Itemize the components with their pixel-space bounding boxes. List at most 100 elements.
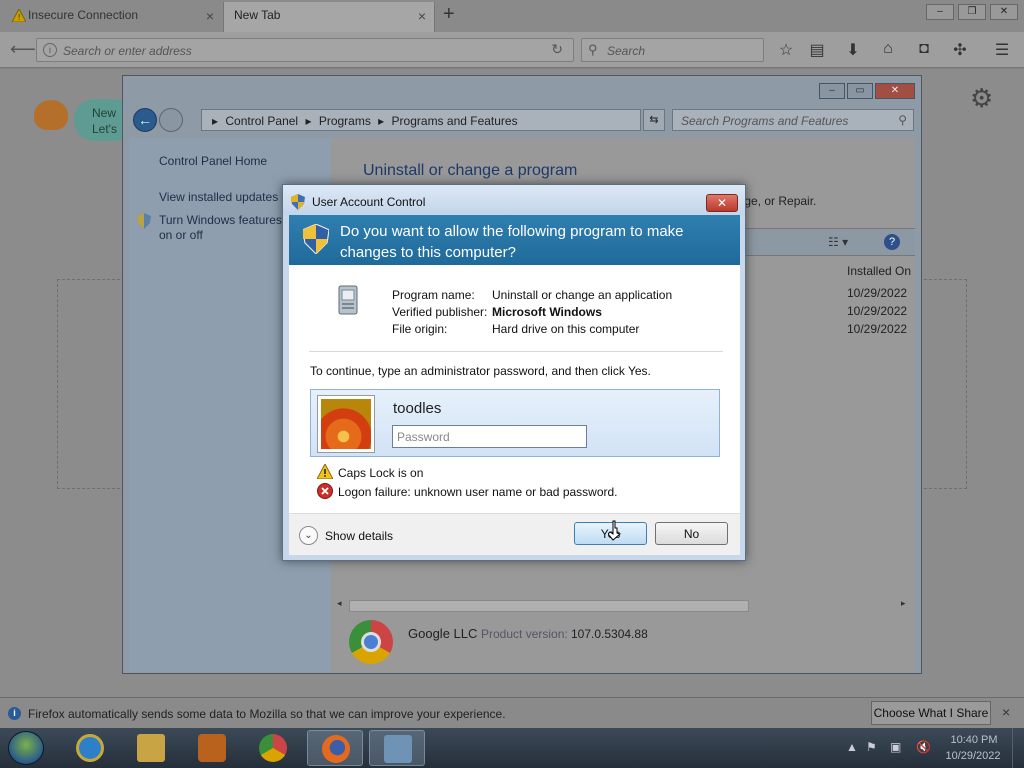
- sidebar-link-updates[interactable]: View installed updates: [159, 190, 278, 204]
- publisher-label: Verified publisher:: [392, 305, 488, 319]
- menu-hamburger-icon[interactable]: ☰: [992, 40, 1012, 60]
- choose-what-i-share-button[interactable]: Choose What I Share: [871, 701, 991, 725]
- no-button[interactable]: No: [655, 522, 728, 545]
- detail-version: 107.0.5304.88: [571, 627, 648, 641]
- close-window-button[interactable]: ✕: [875, 83, 915, 99]
- close-window-button[interactable]: ✕: [990, 4, 1018, 20]
- maximize-button[interactable]: ▭: [847, 83, 873, 99]
- chevron-down-icon[interactable]: ⌄: [299, 526, 318, 545]
- back-arrow-icon[interactable]: ⟵: [10, 39, 36, 60]
- taskbar-internet-explorer[interactable]: [62, 730, 118, 766]
- volume-muted-icon[interactable]: 🔇: [916, 740, 931, 754]
- scroll-left-icon[interactable]: ◂: [337, 598, 342, 609]
- close-tab-icon[interactable]: ×: [206, 8, 214, 24]
- sidebar-link-windows-features[interactable]: Turn Windows features on or off: [159, 213, 289, 243]
- back-arrow-icon[interactable]: ←: [133, 108, 157, 132]
- sidebar-link-home[interactable]: Control Panel Home: [159, 154, 267, 168]
- mouse-cursor-icon: [608, 520, 621, 541]
- tab-insecure-connection[interactable]: ! Insecure Connection ×: [4, 2, 222, 32]
- clock-time[interactable]: 10:40 PM: [944, 734, 1004, 746]
- folder-icon: [137, 734, 165, 762]
- bookmarks-list-icon[interactable]: ▤: [807, 40, 827, 60]
- installed-date: 10/29/2022: [847, 304, 908, 318]
- show-details-link[interactable]: Show details: [325, 529, 393, 543]
- search-bar[interactable]: ⚲ Search: [581, 38, 764, 62]
- taskbar-control-panel[interactable]: [369, 730, 425, 766]
- tab-new-tab[interactable]: New Tab ×: [223, 2, 435, 32]
- home-icon[interactable]: ⌂: [878, 40, 898, 58]
- dialog-title: User Account Control: [312, 195, 426, 209]
- view-options-icon[interactable]: ☷ ▾: [828, 235, 848, 249]
- uac-instruction: To continue, type an administrator passw…: [310, 364, 651, 378]
- action-center-flag-icon[interactable]: ⚑: [866, 740, 877, 754]
- forward-arrow-icon[interactable]: [159, 108, 183, 132]
- detail-publisher: Google LLC: [408, 626, 478, 641]
- control-panel-icon: [384, 735, 412, 763]
- program-name-label: Program name:: [392, 288, 475, 302]
- credential-tile[interactable]: toodles: [310, 389, 720, 457]
- taskbar-media-player[interactable]: [184, 730, 240, 766]
- shield-icon: [137, 213, 151, 232]
- program-icon: [338, 285, 358, 315]
- breadcrumb-item[interactable]: Control Panel: [225, 114, 298, 128]
- breadcrumb-item[interactable]: Programs: [319, 114, 371, 128]
- reload-icon[interactable]: ↻: [551, 41, 563, 58]
- scroll-right-icon[interactable]: ▸: [901, 598, 906, 609]
- help-icon[interactable]: ?: [884, 234, 900, 250]
- scrollbar-thumb[interactable]: [349, 600, 749, 612]
- bookmark-star-icon[interactable]: ☆: [776, 40, 796, 60]
- uac-question-banner: Do you want to allow the following progr…: [289, 215, 740, 265]
- program-name-value: Uninstall or change an application: [492, 288, 673, 302]
- media-player-icon: [198, 734, 226, 762]
- close-icon[interactable]: ✕: [706, 194, 738, 212]
- warning-icon: !: [12, 9, 26, 22]
- close-icon[interactable]: ×: [1002, 704, 1010, 720]
- minimize-button[interactable]: –: [819, 83, 845, 99]
- browser-tab-bar: ! Insecure Connection × New Tab × + – ❐ …: [0, 0, 1024, 32]
- address-placeholder: Search or enter address: [63, 44, 192, 58]
- search-placeholder: Search Programs and Features: [681, 114, 849, 128]
- chrome-logo-icon: [349, 620, 393, 664]
- uac-shield-icon: [302, 223, 330, 257]
- info-icon: i: [8, 707, 21, 720]
- start-button[interactable]: [8, 731, 44, 765]
- logon-failure-message: Logon failure: unknown user name or bad …: [338, 485, 618, 499]
- info-icon[interactable]: i: [43, 43, 57, 57]
- settings-gear-icon[interactable]: ⚙: [970, 83, 993, 114]
- refresh-icon[interactable]: ⇆: [643, 109, 665, 131]
- program-details-pane: Google LLC Product version: 107.0.5304.8…: [331, 612, 915, 672]
- taskbar-file-explorer[interactable]: [123, 730, 179, 766]
- extension-icon[interactable]: ✣: [950, 40, 970, 60]
- taskbar-firefox[interactable]: [307, 730, 363, 766]
- search-icon: ⚲: [588, 42, 598, 57]
- new-tab-plus-icon[interactable]: +: [443, 3, 455, 26]
- maximize-button[interactable]: ❐: [958, 4, 986, 20]
- internet-explorer-icon: [76, 734, 104, 762]
- show-desktop-button[interactable]: [1012, 728, 1024, 768]
- password-field[interactable]: [392, 425, 587, 448]
- network-icon[interactable]: ▣: [890, 740, 901, 754]
- breadcrumb-item[interactable]: Programs and Features: [392, 114, 518, 128]
- uac-body: Program name: Uninstall or change an app…: [289, 265, 740, 513]
- error-icon: [317, 483, 333, 502]
- file-origin-label: File origin:: [392, 322, 448, 336]
- clock-date[interactable]: 10/29/2022: [940, 750, 1006, 762]
- page-title: Uninstall or change a program: [363, 162, 578, 179]
- horizontal-scrollbar[interactable]: ◂ ▸: [337, 598, 907, 612]
- breadcrumb[interactable]: ▸ Control Panel ▸ Programs ▸ Programs an…: [201, 109, 641, 131]
- taskbar-chrome[interactable]: [245, 730, 301, 766]
- minimize-button[interactable]: –: [926, 4, 954, 20]
- close-tab-icon[interactable]: ×: [418, 8, 426, 24]
- svg-text:!: !: [18, 13, 20, 22]
- column-header-installed-on[interactable]: Installed On: [847, 264, 911, 278]
- programs-search-input[interactable]: Search Programs and Features ⚲: [672, 109, 914, 131]
- download-icon[interactable]: ⬇: [843, 40, 863, 60]
- explorer-address-row: ← ▸ Control Panel ▸ Programs ▸ Programs …: [129, 106, 919, 134]
- divider: [309, 351, 723, 352]
- pocket-icon[interactable]: ◘: [914, 40, 934, 58]
- installed-date: 10/29/2022: [847, 286, 908, 300]
- breadcrumb-separator-icon: ▸: [378, 114, 385, 128]
- address-bar[interactable]: i Search or enter address ↻: [36, 38, 574, 62]
- uac-titlebar: User Account Control ✕: [283, 185, 745, 215]
- show-hidden-icons-icon[interactable]: ▲: [846, 740, 858, 754]
